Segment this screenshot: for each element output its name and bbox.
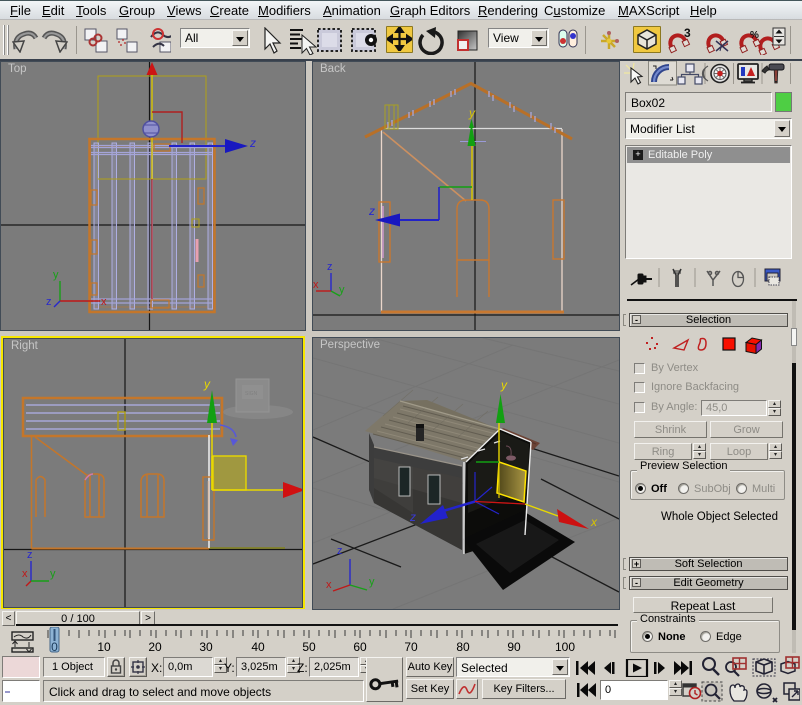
svg-text:100: 100 — [555, 640, 575, 653]
svg-text:x: x — [326, 579, 332, 591]
svg-text:y: y — [369, 576, 375, 588]
svg-text:y: y — [53, 269, 59, 281]
svg-text:y: y — [339, 284, 345, 296]
svg-text:z: z — [337, 545, 343, 557]
svg-text:y: y — [468, 106, 476, 120]
svg-text:SIGN: SIGN — [245, 391, 258, 397]
svg-text:60: 60 — [353, 640, 367, 653]
svg-text:70: 70 — [404, 640, 418, 653]
svg-text:z: z — [368, 204, 375, 218]
svg-text:z: z — [327, 261, 333, 273]
svg-text:50: 50 — [302, 640, 316, 653]
svg-text:%: % — [750, 30, 759, 41]
svg-text:y: y — [203, 377, 211, 391]
svg-text:x: x — [22, 568, 28, 580]
svg-text:40: 40 — [251, 640, 265, 653]
svg-text:x: x — [590, 515, 598, 529]
svg-text:80: 80 — [456, 640, 470, 653]
svg-text:y: y — [50, 568, 56, 580]
svg-text:x: x — [101, 296, 107, 308]
svg-text:z: z — [27, 549, 33, 561]
svg-text:z: z — [249, 136, 256, 150]
svg-text:20: 20 — [148, 640, 162, 653]
svg-text:z: z — [409, 510, 416, 524]
svg-text:90: 90 — [507, 640, 521, 653]
svg-text:y: y — [500, 378, 508, 392]
svg-text:0: 0 — [51, 640, 58, 653]
svg-text:10: 10 — [97, 640, 111, 653]
svg-text:30: 30 — [199, 640, 213, 653]
svg-text:3: 3 — [684, 27, 691, 40]
svg-text:x: x — [313, 279, 319, 291]
svg-text:z: z — [46, 296, 52, 308]
